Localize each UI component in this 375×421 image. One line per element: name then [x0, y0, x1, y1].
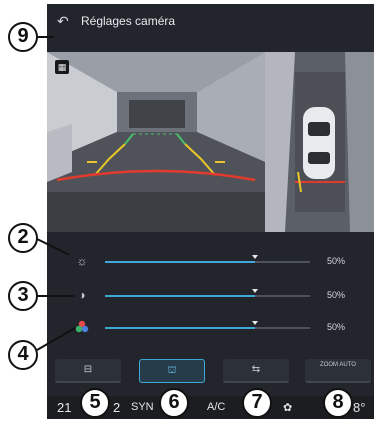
- color-fill: [105, 327, 255, 329]
- callout-9-line: [38, 36, 54, 38]
- camera-view: ▦: [47, 52, 374, 232]
- brightness-fill: [105, 261, 255, 263]
- contrast-fill: [105, 295, 255, 297]
- camera-settings-screen: ↶ Réglages caméra ▦ ☼ 50% ◑ 50% 50% ⊟ ⛫ …: [47, 4, 374, 419]
- color-thumb[interactable]: [252, 321, 258, 325]
- fan-icon[interactable]: ✿: [283, 401, 292, 414]
- callout-5: 5: [80, 388, 110, 418]
- callout-6: 6: [159, 388, 189, 418]
- contrast-slider[interactable]: ◑ 50%: [47, 286, 374, 306]
- color-value: 50%: [327, 322, 346, 332]
- contrast-icon: ◑: [78, 288, 86, 302]
- left-temperature[interactable]: 21: [57, 400, 71, 415]
- contrast-track[interactable]: [105, 289, 310, 297]
- tab-auto-zoom[interactable]: ZOOM AUTO: [305, 359, 371, 383]
- tab-front-view[interactable]: ⛫: [139, 359, 205, 383]
- view-tabs: ⊟ ⛫ ⇆ ZOOM AUTO: [47, 359, 374, 387]
- callout-8: 8: [323, 388, 353, 418]
- brightness-icon: ☼: [76, 254, 88, 268]
- tab-rear-view[interactable]: ⊟: [55, 359, 121, 383]
- brightness-value: 50%: [327, 256, 346, 266]
- side-view-icon: ⇆: [251, 364, 261, 375]
- ac-button[interactable]: A/C: [207, 401, 225, 413]
- rear-camera-view: [47, 52, 265, 232]
- callout-3: 3: [8, 281, 38, 311]
- brightness-slider[interactable]: ☼ 50%: [47, 252, 374, 272]
- tab-side-view[interactable]: ⇆: [223, 359, 289, 383]
- contrast-thumb[interactable]: [252, 289, 258, 293]
- callout-2: 2: [8, 223, 38, 253]
- header: ↶ Réglages caméra: [47, 4, 374, 40]
- brightness-track[interactable]: [105, 255, 310, 263]
- left-temperature-decimal: 2: [113, 400, 121, 415]
- callout-7: 7: [242, 388, 272, 418]
- color-slider[interactable]: 50%: [47, 318, 374, 338]
- right-temperature[interactable]: 8°: [353, 400, 365, 415]
- front-view-icon: ⛫: [167, 365, 177, 376]
- camera-switch-icon[interactable]: ▦: [55, 60, 69, 74]
- callout-3-line: [38, 295, 74, 297]
- contrast-value: 50%: [327, 290, 346, 300]
- color-track[interactable]: [105, 321, 310, 329]
- callout-4: 4: [8, 340, 38, 370]
- rear-view-icon: ⊟: [83, 364, 93, 375]
- sync-button[interactable]: SYN: [131, 401, 154, 413]
- page-title: Réglages caméra: [81, 14, 176, 28]
- callout-9: 9: [8, 22, 38, 52]
- top-view: [265, 52, 374, 232]
- brightness-thumb[interactable]: [252, 255, 258, 259]
- auto-zoom-icon: ZOOM AUTO: [320, 362, 356, 368]
- arrow-left-icon[interactable]: ↶: [57, 13, 69, 30]
- color-icon: [75, 320, 89, 334]
